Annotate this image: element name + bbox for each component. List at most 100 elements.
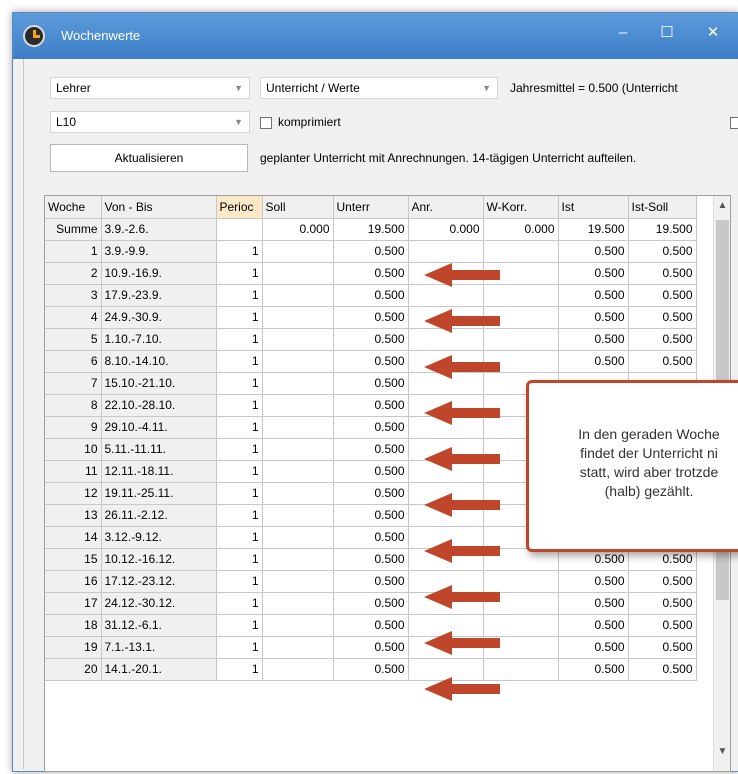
table-cell[interactable]: 1 (216, 372, 263, 395)
table-cell[interactable]: 0.000 (408, 218, 484, 241)
table-cell[interactable]: 0.500 (333, 636, 409, 659)
table-cell[interactable]: 0.500 (628, 262, 697, 285)
column-header[interactable]: W-Korr. (483, 196, 559, 219)
table-cell[interactable]: 7.1.-13.1. (101, 636, 217, 659)
table-cell[interactable]: 20 (45, 658, 102, 681)
table-cell[interactable]: 19.500 (628, 218, 697, 241)
table-cell[interactable]: 0.500 (558, 614, 629, 637)
column-header[interactable]: Von - Bis (101, 196, 217, 219)
table-cell[interactable]: 0.500 (628, 240, 697, 263)
minimize-button[interactable]: – (605, 19, 641, 47)
table-row[interactable]: 17 24.12.-30.12. 1 0.500 0.500 0.500 (45, 592, 697, 615)
column-header[interactable]: Perioc (216, 196, 263, 219)
table-cell[interactable]: 0.500 (558, 350, 629, 373)
table-cell[interactable]: 1 (216, 240, 263, 263)
table-cell[interactable]: 0.500 (333, 284, 409, 307)
table-cell[interactable]: 0.500 (628, 328, 697, 351)
table-cell[interactable]: 9 (45, 416, 102, 439)
column-header[interactable]: Ist (558, 196, 629, 219)
table-cell[interactable]: 0.500 (333, 306, 409, 329)
column-header[interactable]: Ist-Soll (628, 196, 697, 219)
table-cell[interactable]: 0.500 (333, 372, 409, 395)
table-cell[interactable]: 0.500 (333, 394, 409, 417)
table-cell[interactable]: 1 (216, 482, 263, 505)
table-cell[interactable]: 18 (45, 614, 102, 637)
table-cell[interactable]: 15 (45, 548, 102, 571)
table-cell[interactable] (262, 438, 334, 461)
table-cell[interactable] (262, 526, 334, 549)
close-button[interactable]: ✕ (695, 19, 731, 47)
compress-checkbox[interactable] (260, 117, 272, 129)
table-cell[interactable]: 3.9.-2.6. (101, 218, 217, 241)
table-cell[interactable]: 26.11.-2.12. (101, 504, 217, 527)
table-cell[interactable]: 11 (45, 460, 102, 483)
table-cell[interactable]: 1.10.-7.10. (101, 328, 217, 351)
table-row[interactable]: 19 7.1.-13.1. 1 0.500 0.500 0.500 (45, 636, 697, 659)
table-cell[interactable] (262, 262, 334, 285)
table-cell[interactable]: 0.500 (333, 548, 409, 571)
table-cell[interactable]: 1 (216, 614, 263, 637)
table-cell[interactable]: 19.500 (333, 218, 409, 241)
table-cell[interactable]: 1 (216, 284, 263, 307)
table-cell[interactable]: 1 (216, 658, 263, 681)
table-cell[interactable] (262, 394, 334, 417)
table-cell[interactable] (262, 636, 334, 659)
column-header[interactable]: Unterr (333, 196, 409, 219)
summary-row[interactable]: Summe 3.9.-2.6. 0.000 19.500 0.000 0.000 19.50… (45, 218, 697, 241)
table-row[interactable]: 6 8.10.-14.10. 1 0.500 0.500 0.500 (45, 350, 697, 373)
table-cell[interactable]: 5.11.-11.11. (101, 438, 217, 461)
table-cell[interactable]: 24.9.-30.9. (101, 306, 217, 329)
table-cell[interactable]: 0.500 (628, 284, 697, 307)
table-cell[interactable]: 14.1.-20.1. (101, 658, 217, 681)
type-combo[interactable]: Lehrer ▼ (50, 77, 250, 99)
table-cell[interactable]: 1 (216, 570, 263, 593)
table-cell[interactable] (483, 240, 559, 263)
table-cell[interactable]: 1 (216, 504, 263, 527)
table-cell[interactable] (262, 570, 334, 593)
table-cell[interactable]: 1 (216, 350, 263, 373)
table-cell[interactable]: 4 (45, 306, 102, 329)
table-cell[interactable] (262, 614, 334, 637)
table-cell[interactable]: 0.500 (628, 350, 697, 373)
table-cell[interactable] (262, 328, 334, 351)
table-row[interactable]: 3 17.9.-23.9. 1 0.500 0.500 0.500 (45, 284, 697, 307)
table-cell[interactable]: 0.500 (558, 658, 629, 681)
table-cell[interactable]: 0.000 (262, 218, 334, 241)
table-row[interactable]: 1 3.9.-9.9. 1 0.500 0.500 0.500 (45, 240, 697, 263)
table-cell[interactable]: 1 (216, 526, 263, 549)
table-cell[interactable]: 0.500 (333, 328, 409, 351)
table-cell[interactable] (262, 460, 334, 483)
table-cell[interactable]: 10.12.-16.12. (101, 548, 217, 571)
table-cell[interactable]: 15.10.-21.10. (101, 372, 217, 395)
table-cell[interactable]: 0.500 (558, 328, 629, 351)
table-cell[interactable]: 29.10.-4.11. (101, 416, 217, 439)
table-cell[interactable]: 0.500 (333, 460, 409, 483)
table-cell[interactable]: 0.500 (333, 614, 409, 637)
mode-combo[interactable]: Unterricht / Werte ▼ (260, 77, 498, 99)
table-cell[interactable]: 1 (45, 240, 102, 263)
title-bar[interactable]: Wochenwerte – ☐ ✕ (13, 13, 738, 59)
table-row[interactable]: 4 24.9.-30.9. 1 0.500 0.500 0.500 (45, 306, 697, 329)
table-cell[interactable]: 0.500 (558, 306, 629, 329)
table-cell[interactable] (262, 372, 334, 395)
table-cell[interactable]: 8.10.-14.10. (101, 350, 217, 373)
table-cell[interactable]: 0.500 (333, 438, 409, 461)
table-cell[interactable]: 0.500 (333, 658, 409, 681)
table-cell[interactable]: 0.000 (483, 218, 559, 241)
table-cell[interactable]: 10.9.-16.9. (101, 262, 217, 285)
table-cell[interactable]: 17 (45, 592, 102, 615)
table-cell[interactable]: 0.500 (628, 636, 697, 659)
column-header[interactable]: Soll (262, 196, 334, 219)
table-cell[interactable]: 1 (216, 262, 263, 285)
table-row[interactable]: 5 1.10.-7.10. 1 0.500 0.500 0.500 (45, 328, 697, 351)
table-cell[interactable]: 0.500 (558, 284, 629, 307)
table-row[interactable]: 2 10.9.-16.9. 1 0.500 0.500 0.500 (45, 262, 697, 285)
table-cell[interactable]: 1 (216, 394, 263, 417)
table-cell[interactable]: 0.500 (333, 504, 409, 527)
table-cell[interactable]: 0.500 (333, 416, 409, 439)
extra-checkbox[interactable] (730, 117, 738, 129)
table-cell[interactable]: 1 (216, 592, 263, 615)
table-cell[interactable] (262, 592, 334, 615)
table-cell[interactable]: 2 (45, 262, 102, 285)
table-cell[interactable]: 0.500 (333, 240, 409, 263)
